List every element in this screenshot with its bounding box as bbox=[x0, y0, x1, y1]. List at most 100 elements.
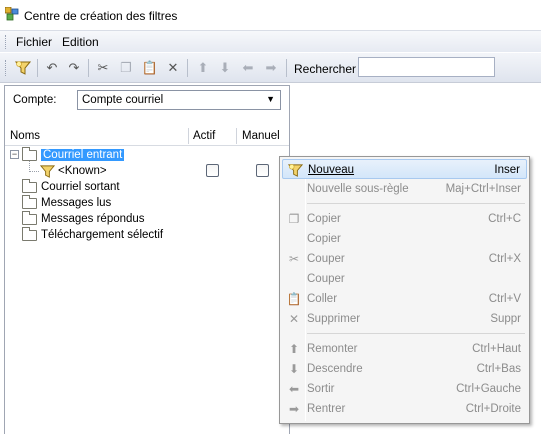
menu-item-indent[interactable]: ➡ Rentrer Ctrl+Droite bbox=[282, 399, 527, 419]
tree-item-replied[interactable]: Messages répondus bbox=[22, 210, 145, 227]
tree-item-selective-download[interactable]: Téléchargement sélectif bbox=[22, 226, 164, 243]
chevron-down-icon: ▼ bbox=[266, 94, 275, 104]
account-select[interactable]: Compte courriel ▼ bbox=[77, 90, 281, 110]
copy-icon: ❐ bbox=[288, 212, 300, 226]
menu-item-move-up[interactable]: ⬆ Remonter Ctrl+Haut bbox=[282, 339, 527, 359]
tree-item-label: Courriel sortant bbox=[41, 181, 120, 193]
tree-item-label: Téléchargement sélectif bbox=[41, 229, 164, 241]
cut-icon: ✂ bbox=[288, 252, 300, 266]
menu-item-copy-alt[interactable]: Copier bbox=[282, 229, 527, 249]
title-bar: Centre de création des filtres bbox=[0, 0, 541, 30]
context-menu: Nouveau Inser Nouvelle sous-règle Maj+Ct… bbox=[279, 156, 530, 424]
column-header-name[interactable]: Noms bbox=[10, 130, 40, 142]
menu-item-shortcut: Ctrl+Haut bbox=[472, 343, 521, 355]
paste-icon[interactable]: 📋 bbox=[141, 59, 159, 77]
right-icon: ➡ bbox=[288, 402, 300, 416]
menu-item-label: Nouvelle sous-règle bbox=[307, 183, 409, 195]
tree-item-label: Messages lus bbox=[41, 197, 112, 209]
right-icon[interactable]: ➡ bbox=[262, 59, 280, 77]
menu-item-copy[interactable]: ❐ Copier Ctrl+C bbox=[282, 209, 527, 229]
delete-icon[interactable]: ✕ bbox=[164, 59, 182, 77]
menu-file-label: Fichier bbox=[16, 35, 53, 49]
menu-item-label: Nouveau bbox=[308, 164, 355, 176]
menu-item-label: Couper bbox=[307, 253, 345, 265]
tree-item-known[interactable]: <Known> bbox=[40, 163, 107, 179]
toolbar-separator bbox=[88, 59, 89, 77]
cut-icon[interactable]: ✂ bbox=[94, 59, 112, 77]
undo-icon[interactable]: ↶ bbox=[43, 59, 61, 77]
manual-checkbox[interactable] bbox=[256, 164, 269, 177]
header-divider bbox=[5, 145, 289, 146]
toolbar-separator bbox=[37, 59, 38, 77]
search-label: Rechercher bbox=[294, 62, 357, 76]
delete-icon: ✕ bbox=[288, 312, 300, 326]
menu-item-cut[interactable]: ✂ Couper Ctrl+X bbox=[282, 249, 527, 269]
app-icon bbox=[5, 7, 19, 21]
filter-icon bbox=[287, 163, 303, 177]
folder-icon bbox=[22, 194, 37, 209]
menu-item-label: Copier bbox=[307, 233, 341, 245]
menu-item-label: Remonter bbox=[307, 343, 358, 355]
active-checkbox[interactable] bbox=[206, 164, 219, 177]
left-icon: ⬅ bbox=[288, 382, 300, 396]
menu-file[interactable]: Fichier bbox=[16, 35, 52, 49]
folder-icon bbox=[22, 178, 37, 193]
menu-separator bbox=[307, 333, 525, 334]
menu-item-label: Sortir bbox=[307, 383, 335, 395]
folder-icon bbox=[22, 226, 37, 241]
menubar-grip[interactable] bbox=[5, 35, 7, 49]
tree-item-outgoing[interactable]: Courriel sortant bbox=[22, 178, 120, 195]
menu-item-new[interactable]: Nouveau Inser bbox=[282, 159, 527, 179]
filter-icon bbox=[40, 164, 55, 178]
menu-item-shortcut: Maj+Ctrl+Inser bbox=[445, 183, 521, 195]
menu-item-new-subrule[interactable]: Nouvelle sous-règle Maj+Ctrl+Inser bbox=[282, 179, 527, 199]
tree-item-incoming[interactable]: Courriel entrant bbox=[22, 146, 125, 163]
paste-icon: 📋 bbox=[286, 292, 302, 306]
menu-item-label: Supprimer bbox=[307, 313, 361, 325]
menu-bar: Fichier Edition bbox=[0, 30, 541, 52]
menu-item-shortcut: Ctrl+V bbox=[488, 293, 521, 305]
up-icon: ⬆ bbox=[288, 342, 300, 356]
collapse-toggle-icon[interactable]: − bbox=[10, 150, 19, 159]
menu-item-label: Copier bbox=[307, 213, 341, 225]
column-header-manual[interactable]: Manuel bbox=[242, 130, 280, 142]
menu-item-label: Coller bbox=[307, 293, 338, 305]
menu-item-delete[interactable]: ✕ Supprimer Suppr bbox=[282, 309, 527, 329]
left-icon[interactable]: ⬅ bbox=[239, 59, 257, 77]
down-icon: ⬇ bbox=[288, 362, 300, 376]
toolbar-separator bbox=[286, 59, 287, 77]
redo-icon[interactable]: ↷ bbox=[65, 59, 83, 77]
account-label: Compte: bbox=[13, 94, 57, 106]
tree-item-read[interactable]: Messages lus bbox=[22, 194, 112, 211]
tree-item-label: Courriel entrant bbox=[41, 149, 125, 161]
search-input[interactable] bbox=[358, 57, 495, 77]
menu-item-shortcut: Ctrl+Droite bbox=[465, 403, 521, 415]
menu-item-move-down[interactable]: ⬇ Descendre Ctrl+Bas bbox=[282, 359, 527, 379]
menu-edit-label: Edition bbox=[62, 35, 99, 49]
menu-item-paste[interactable]: 📋 Coller Ctrl+V bbox=[282, 289, 527, 309]
menu-separator bbox=[307, 203, 525, 204]
column-header-active[interactable]: Actif bbox=[193, 130, 215, 142]
folder-open-icon bbox=[22, 146, 37, 161]
menu-item-outdent[interactable]: ⬅ Sortir Ctrl+Gauche bbox=[282, 379, 527, 399]
column-divider[interactable] bbox=[188, 128, 189, 144]
toolbar-grip[interactable] bbox=[5, 60, 7, 76]
up-icon[interactable]: ⬆ bbox=[194, 59, 212, 77]
copy-icon[interactable]: ❐ bbox=[117, 59, 135, 77]
tree-item-label: <Known> bbox=[58, 165, 107, 177]
filter-icon[interactable] bbox=[14, 59, 32, 77]
menu-item-shortcut: Ctrl+Gauche bbox=[456, 383, 521, 395]
menu-item-shortcut: Ctrl+Bas bbox=[476, 363, 521, 375]
menu-edit[interactable]: Edition bbox=[62, 35, 99, 49]
tree-item-label: Messages répondus bbox=[41, 213, 145, 225]
menu-item-label: Couper bbox=[307, 273, 345, 285]
tree-connector bbox=[29, 171, 39, 172]
column-divider[interactable] bbox=[236, 128, 237, 144]
menu-item-cut-alt[interactable]: Couper bbox=[282, 269, 527, 289]
account-select-value: Compte courriel bbox=[82, 94, 164, 106]
down-icon[interactable]: ⬇ bbox=[216, 59, 234, 77]
menu-item-shortcut: Ctrl+X bbox=[488, 253, 521, 265]
menu-item-shortcut: Suppr bbox=[490, 313, 521, 325]
menu-item-label: Rentrer bbox=[307, 403, 346, 415]
menu-item-shortcut: Inser bbox=[494, 164, 520, 176]
